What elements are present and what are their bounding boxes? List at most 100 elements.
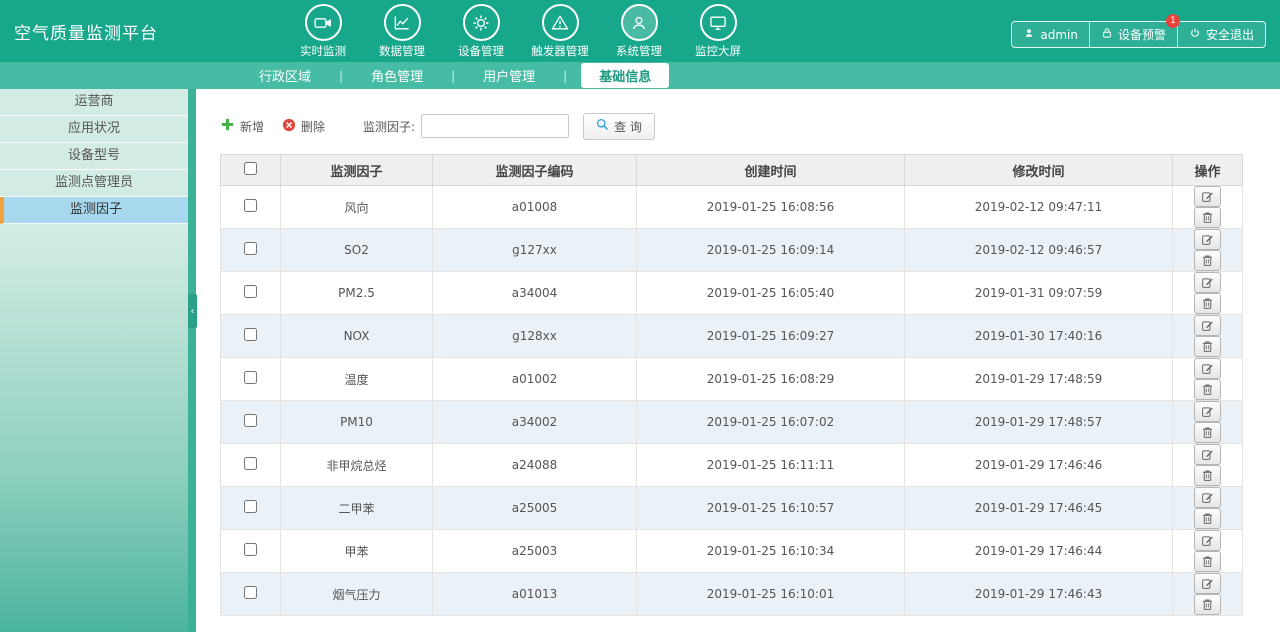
edit-row-button[interactable] (1194, 272, 1221, 293)
row-checkbox[interactable] (244, 242, 257, 255)
subnav-item-region[interactable]: 行政区域 (245, 64, 325, 87)
edit-row-button[interactable] (1194, 186, 1221, 207)
select-all-checkbox[interactable] (244, 162, 257, 175)
cell-code: a25005 (433, 487, 637, 530)
row-checkbox-cell (221, 315, 281, 358)
delete-row-button[interactable] (1194, 207, 1221, 228)
row-checkbox[interactable] (244, 586, 257, 599)
admin-button[interactable]: admin (1012, 22, 1090, 47)
table-row: PM2.5 a34004 2019-01-25 16:05:40 2019-01… (221, 272, 1243, 315)
edit-row-button[interactable] (1194, 487, 1221, 508)
table-header-row: 监测因子 监测因子编码 创建时间 修改时间 操作 (221, 155, 1243, 186)
table-row: SO2 g127xx 2019-01-25 16:09:14 2019-02-1… (221, 229, 1243, 272)
cell-modified: 2019-01-29 17:48:59 (905, 358, 1173, 401)
sidebar-item-device-model[interactable]: 设备型号 (0, 143, 188, 170)
cell-created: 2019-01-25 16:10:34 (637, 530, 905, 573)
search-label: 查 询 (614, 118, 642, 135)
table-body: 风向 a01008 2019-01-25 16:08:56 2019-02-12… (221, 186, 1243, 616)
device-alert-button[interactable]: 设备预警 1 (1090, 22, 1178, 47)
cell-created: 2019-01-25 16:08:56 (637, 186, 905, 229)
table-row: 烟气压力 a01013 2019-01-25 16:10:01 2019-01-… (221, 573, 1243, 616)
row-checkbox[interactable] (244, 457, 257, 470)
nav-label: 实时监测 (300, 43, 346, 59)
delete-row-button[interactable] (1194, 551, 1221, 572)
nav-label: 设备管理 (458, 43, 504, 59)
cell-created: 2019-01-25 16:07:02 (637, 401, 905, 444)
delete-row-button[interactable] (1194, 293, 1221, 314)
row-checkbox-cell (221, 272, 281, 315)
table-row: 风向 a01008 2019-01-25 16:08:56 2019-02-12… (221, 186, 1243, 229)
edit-row-button[interactable] (1194, 358, 1221, 379)
cell-factor: 烟气压力 (281, 573, 433, 616)
header-ops: 操作 (1173, 155, 1243, 186)
nav-label: 系统管理 (616, 43, 662, 59)
table-row: 温度 a01002 2019-01-25 16:08:29 2019-01-29… (221, 358, 1243, 401)
subnav-item-basic-info[interactable]: 基础信息 (581, 63, 669, 88)
factor-search-input[interactable] (421, 114, 569, 138)
row-checkbox[interactable] (244, 414, 257, 427)
edit-row-button[interactable] (1194, 401, 1221, 422)
row-checkbox[interactable] (244, 543, 257, 556)
header-created: 创建时间 (637, 155, 905, 186)
delete-row-button[interactable] (1194, 250, 1221, 271)
delete-row-button[interactable] (1194, 594, 1221, 615)
subnav-item-user[interactable]: 用户管理 (469, 64, 549, 87)
nav-item-device[interactable]: 设备管理 (444, 4, 518, 59)
delete-row-button[interactable] (1194, 336, 1221, 357)
nav-item-realtime[interactable]: 实时监测 (286, 4, 360, 59)
table-toolbar: 新增 删除 监测因子: 查 询 (220, 113, 1280, 139)
logout-button[interactable]: 安全退出 (1178, 22, 1265, 47)
sidebar-item-operator[interactable]: 运营商 (0, 89, 188, 116)
row-checkbox[interactable] (244, 371, 257, 384)
edit-row-button[interactable] (1194, 229, 1221, 250)
cell-modified: 2019-02-12 09:46:57 (905, 229, 1173, 272)
cell-modified: 2019-01-29 17:46:46 (905, 444, 1173, 487)
cell-ops (1173, 573, 1243, 616)
row-checkbox[interactable] (244, 328, 257, 341)
power-icon (1189, 27, 1201, 42)
subnav-item-role[interactable]: 角色管理 (357, 64, 437, 87)
edit-row-button[interactable] (1194, 530, 1221, 551)
cell-created: 2019-01-25 16:10:57 (637, 487, 905, 530)
sidebar-collapse-button[interactable]: ‹ (188, 294, 197, 328)
edit-row-button[interactable] (1194, 315, 1221, 336)
cell-ops (1173, 530, 1243, 573)
search-button[interactable]: 查 询 (583, 113, 655, 140)
cell-factor: 温度 (281, 358, 433, 401)
cell-modified: 2019-01-29 17:46:45 (905, 487, 1173, 530)
delete-row-button[interactable] (1194, 422, 1221, 443)
sidebar-item-monitor-factor[interactable]: 监测因子 (0, 197, 188, 224)
delete-button[interactable]: 删除 (282, 118, 325, 135)
lock-icon (1101, 27, 1113, 42)
cell-ops (1173, 487, 1243, 530)
delete-row-button[interactable] (1194, 508, 1221, 529)
nav-item-data[interactable]: 数据管理 (365, 4, 439, 59)
add-button[interactable]: 新增 (220, 117, 264, 135)
header-factor: 监测因子 (281, 155, 433, 186)
nav-item-system[interactable]: 系统管理 (602, 4, 676, 59)
delete-row-button[interactable] (1194, 465, 1221, 486)
row-checkbox-cell (221, 229, 281, 272)
table-row: 甲苯 a25003 2019-01-25 16:10:34 2019-01-29… (221, 530, 1243, 573)
person-icon (1023, 27, 1035, 42)
cell-created: 2019-01-25 16:08:29 (637, 358, 905, 401)
top-header: 空气质量监测平台 实时监测 数据管理 设备管理 触发器管理 (0, 0, 1280, 62)
cell-code: a01008 (433, 186, 637, 229)
subnav-separator: | (451, 69, 455, 83)
edit-row-button[interactable] (1194, 573, 1221, 594)
row-checkbox-cell (221, 444, 281, 487)
header-code: 监测因子编码 (433, 155, 637, 186)
delete-row-button[interactable] (1194, 379, 1221, 400)
cell-code: g128xx (433, 315, 637, 358)
edit-row-button[interactable] (1194, 444, 1221, 465)
row-checkbox[interactable] (244, 500, 257, 513)
cell-code: a01013 (433, 573, 637, 616)
sidebar-item-app-status[interactable]: 应用状况 (0, 116, 188, 143)
sidebar-item-site-admin[interactable]: 监测点管理员 (0, 170, 188, 197)
nav-item-trigger[interactable]: 触发器管理 (523, 4, 597, 59)
add-label: 新增 (240, 118, 264, 135)
cell-code: a24088 (433, 444, 637, 487)
row-checkbox[interactable] (244, 199, 257, 212)
nav-item-bigscreen[interactable]: 监控大屏 (681, 4, 755, 59)
row-checkbox[interactable] (244, 285, 257, 298)
